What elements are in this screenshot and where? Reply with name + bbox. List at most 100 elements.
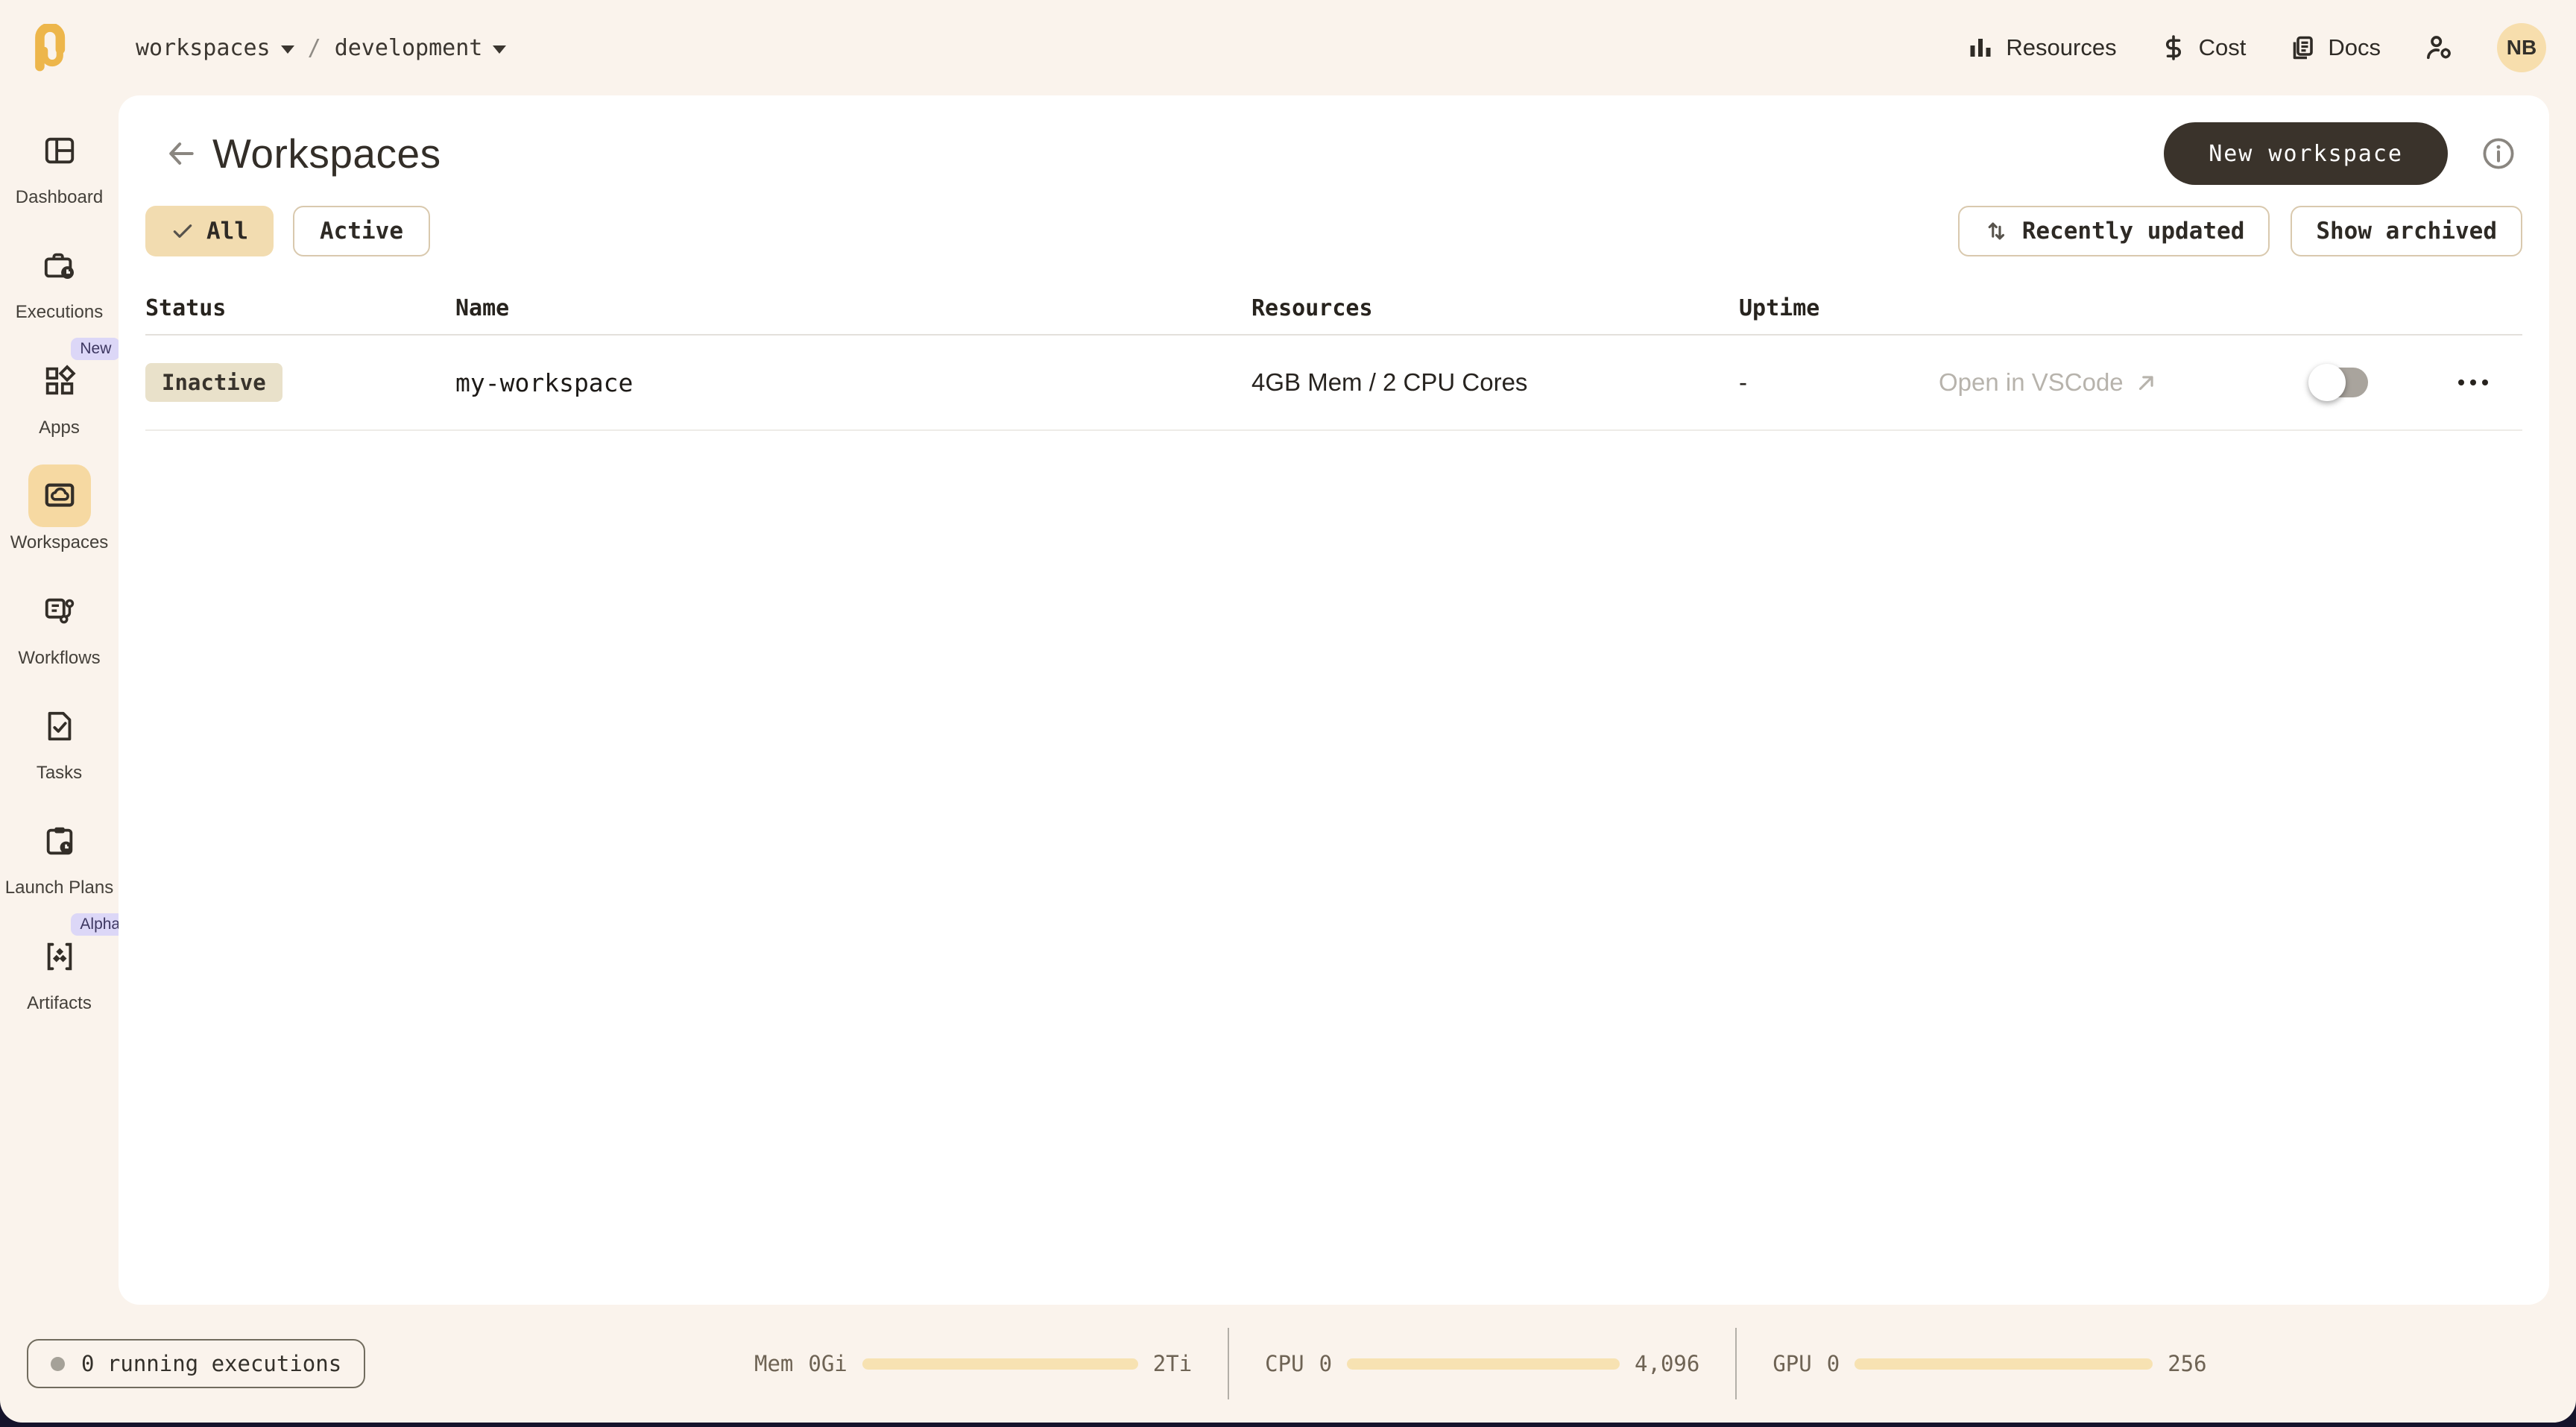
breadcrumb: workspaces / development (136, 35, 506, 61)
union-logo-icon[interactable] (30, 24, 69, 72)
filter-active-label: Active (320, 218, 403, 245)
launch-plans-icon (42, 824, 77, 858)
info-icon (2481, 136, 2516, 171)
sidebar-item-dashboard[interactable]: Dashboard (0, 119, 119, 207)
breadcrumb-domain-dropdown[interactable]: development (335, 35, 507, 61)
dollar-icon (2160, 34, 2187, 61)
filter-active[interactable]: Active (293, 206, 430, 256)
breadcrumb-project-dropdown[interactable]: workspaces (136, 35, 294, 61)
top-bar: workspaces / development Resources (0, 0, 2576, 95)
sort-button-label: Recently updated (2022, 218, 2245, 245)
column-resources: Resources (1251, 295, 1739, 321)
back-button[interactable] (165, 137, 198, 170)
cpu-meter-max: 4,096 (1635, 1351, 1699, 1376)
sidebar-item-label: Apps (39, 418, 80, 438)
cpu-meter-bar (1347, 1358, 1620, 1370)
divider (1735, 1328, 1737, 1399)
chevron-down-icon (493, 45, 506, 54)
workspace-resources: 4GB Mem / 2 CPU Cores (1251, 368, 1739, 397)
main-panel: Workspaces New workspace All (119, 95, 2549, 1305)
breadcrumb-project-label: workspaces (136, 35, 271, 61)
chevron-down-icon (281, 45, 294, 54)
show-archived-label: Show archived (2316, 218, 2497, 245)
gpu-meter-label: GPU (1772, 1351, 1811, 1376)
running-executions-label: 0 running executions (81, 1351, 341, 1376)
sidebar-item-launch-plans[interactable]: Launch Plans (0, 810, 119, 898)
status-badge: Inactive (145, 363, 282, 402)
workspaces-table: Status Name Resources Uptime Inactive my… (145, 282, 2522, 431)
sidebar-item-label: Executions (16, 303, 103, 322)
mem-meter-current: 0Gi (808, 1351, 847, 1376)
table-header: Status Name Resources Uptime (145, 282, 2522, 336)
mem-meter-bar (862, 1358, 1138, 1370)
nav-cost[interactable]: Cost (2160, 34, 2247, 61)
info-button[interactable] (2481, 136, 2516, 171)
status-bar: 0 running executions Mem 0Gi 2Ti CPU 0 4… (0, 1305, 2576, 1423)
executions-icon (42, 248, 77, 283)
workflows-icon (42, 594, 77, 629)
cpu-meter-label: CPU (1265, 1351, 1304, 1376)
sidebar-item-artifacts[interactable]: Alpha Artifacts (0, 925, 119, 1013)
nav-resources[interactable]: Resources (1967, 34, 2116, 61)
user-settings-button[interactable] (2424, 33, 2454, 63)
sidebar-item-label: Launch Plans (5, 878, 113, 898)
nav-docs[interactable]: Docs (2289, 34, 2381, 61)
running-executions-pill[interactable]: 0 running executions (27, 1339, 365, 1388)
workspace-toggle[interactable] (2311, 368, 2368, 397)
sort-arrows-icon (1983, 218, 2009, 244)
column-name: Name (455, 295, 1251, 321)
nav-cost-label: Cost (2199, 34, 2247, 61)
gpu-meter-bar (1854, 1358, 2153, 1370)
avatar-initials: NB (2507, 36, 2536, 60)
sidebar: Dashboard Executions New (0, 95, 119, 1299)
show-archived-button[interactable]: Show archived (2291, 206, 2522, 256)
filter-all[interactable]: All (145, 206, 274, 256)
open-in-vscode-link[interactable]: Open in VSCode (1939, 368, 2311, 397)
gpu-meter: GPU 0 256 (1772, 1351, 2206, 1376)
cpu-meter: CPU 0 4,096 (1265, 1351, 1699, 1376)
gpu-meter-current: 0 (1827, 1351, 1840, 1376)
nav-docs-label: Docs (2328, 34, 2381, 61)
workspace-uptime: - (1739, 368, 1939, 397)
mem-meter-max: 2Ti (1153, 1351, 1192, 1376)
workspaces-icon (42, 479, 77, 513)
dashboard-icon (42, 133, 77, 168)
page-header: Workspaces New workspace (145, 118, 2522, 189)
nav-resources-label: Resources (2006, 34, 2116, 61)
open-in-vscode-label: Open in VSCode (1939, 368, 2124, 397)
external-arrow-icon (2134, 370, 2159, 395)
new-badge: New (71, 338, 120, 360)
column-uptime: Uptime (1739, 295, 1939, 321)
arrow-left-icon (165, 137, 198, 170)
filter-all-label: All (206, 218, 248, 245)
workspace-name: my-workspace (455, 368, 1251, 397)
docs-icon (2289, 34, 2316, 61)
apps-icon (42, 364, 77, 398)
artifacts-icon (42, 939, 77, 974)
sidebar-item-apps[interactable]: New Apps (0, 350, 119, 438)
sort-button[interactable]: Recently updated (1958, 206, 2270, 256)
sidebar-item-label: Workspaces (10, 533, 109, 552)
sidebar-item-label: Workflows (18, 649, 100, 668)
status-dot-icon (51, 1357, 65, 1371)
check-icon (171, 219, 195, 243)
sidebar-item-tasks[interactable]: Tasks (0, 695, 119, 783)
bar-chart-icon (1967, 34, 1994, 61)
sidebar-item-label: Tasks (37, 763, 82, 783)
sidebar-item-label: Artifacts (27, 994, 92, 1013)
divider (1228, 1328, 1229, 1399)
breadcrumb-separator: / (308, 35, 321, 61)
avatar[interactable]: NB (2497, 23, 2546, 72)
column-status: Status (145, 295, 455, 321)
new-workspace-button[interactable]: New workspace (2164, 122, 2448, 185)
breadcrumb-domain-label: development (335, 35, 483, 61)
sidebar-item-workflows[interactable]: Workflows (0, 580, 119, 668)
row-menu-button[interactable] (2458, 379, 2522, 385)
tasks-icon (42, 709, 77, 743)
mem-meter: Mem 0Gi 2Ti (754, 1351, 1192, 1376)
sidebar-item-workspaces[interactable]: Workspaces (0, 464, 119, 552)
table-row[interactable]: Inactive my-workspace 4GB Mem / 2 CPU Co… (145, 336, 2522, 431)
mem-meter-label: Mem (754, 1351, 793, 1376)
gpu-meter-max: 256 (2168, 1351, 2206, 1376)
sidebar-item-executions[interactable]: Executions (0, 234, 119, 322)
